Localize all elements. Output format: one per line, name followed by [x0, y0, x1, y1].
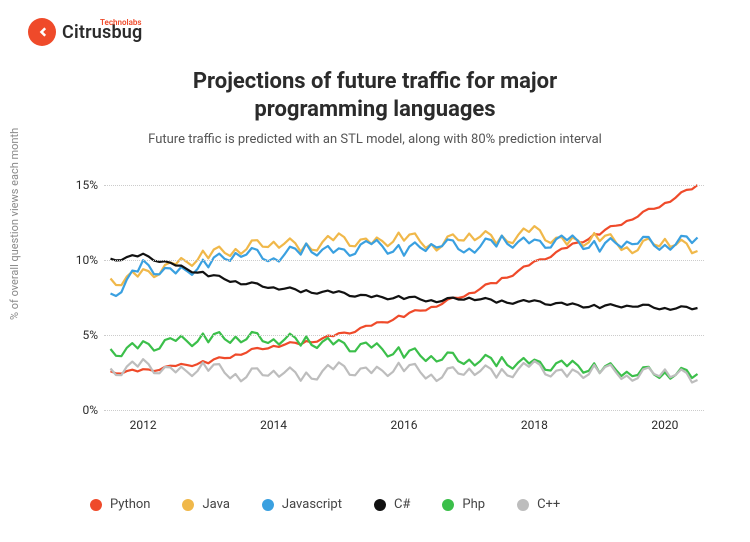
chart-title: Projections of future traffic for major …	[0, 68, 750, 123]
legend-label: Javascript	[282, 497, 342, 512]
gridline	[104, 335, 704, 336]
legend-label: C++	[537, 497, 560, 512]
legend-label: C#	[394, 497, 410, 512]
gridline	[104, 260, 704, 261]
chart-title-line2: programming languages	[254, 97, 495, 122]
chart-area: 0% 5% 10% 15% 2012 2014 2016 2018 2020	[64, 170, 704, 450]
x-tick-label: 2014	[260, 418, 287, 432]
x-tick-label: 2020	[651, 418, 678, 432]
y-tick-label: 10%	[66, 253, 98, 267]
gridline	[104, 185, 704, 186]
y-tick-label: 0%	[66, 403, 98, 417]
series-c#	[111, 254, 698, 310]
plot-area: 0%5%10%15%20122014201620182020	[104, 170, 704, 410]
gridline	[104, 410, 704, 411]
x-tick-label: 2018	[521, 418, 548, 432]
chart-title-line1: Projections of future traffic for major	[193, 69, 557, 94]
y-tick-label: 5%	[66, 328, 98, 342]
legend-dot-icon	[374, 499, 386, 511]
legend-item-javascript: Javascript	[262, 497, 342, 512]
legend-item-java: Java	[182, 497, 229, 512]
legend-label: Python	[110, 497, 150, 512]
chart-subtitle: Future traffic is predicted with an STL …	[0, 132, 750, 147]
chart-lines	[104, 170, 704, 410]
legend-dot-icon	[262, 499, 274, 511]
series-javascript	[111, 236, 698, 297]
y-axis-label: % of overall question views each month	[8, 128, 21, 320]
legend: Python Java Javascript C# Php C++	[90, 497, 560, 512]
brand-logo-icon	[28, 18, 56, 46]
legend-dot-icon	[442, 499, 454, 511]
legend-item-python: Python	[90, 497, 150, 512]
legend-label: Php	[462, 497, 485, 512]
legend-dot-icon	[182, 499, 194, 511]
legend-label: Java	[202, 497, 229, 512]
legend-item-php: Php	[442, 497, 485, 512]
legend-dot-icon	[517, 499, 529, 511]
y-tick-label: 15%	[66, 178, 98, 192]
x-tick-label: 2016	[391, 418, 418, 432]
legend-item-c++: C++	[517, 497, 560, 512]
series-python	[111, 185, 698, 374]
legend-dot-icon	[90, 499, 102, 511]
legend-item-c#: C#	[374, 497, 410, 512]
x-tick-label: 2012	[130, 418, 157, 432]
brand-subtitle: Technolabs	[100, 18, 141, 27]
